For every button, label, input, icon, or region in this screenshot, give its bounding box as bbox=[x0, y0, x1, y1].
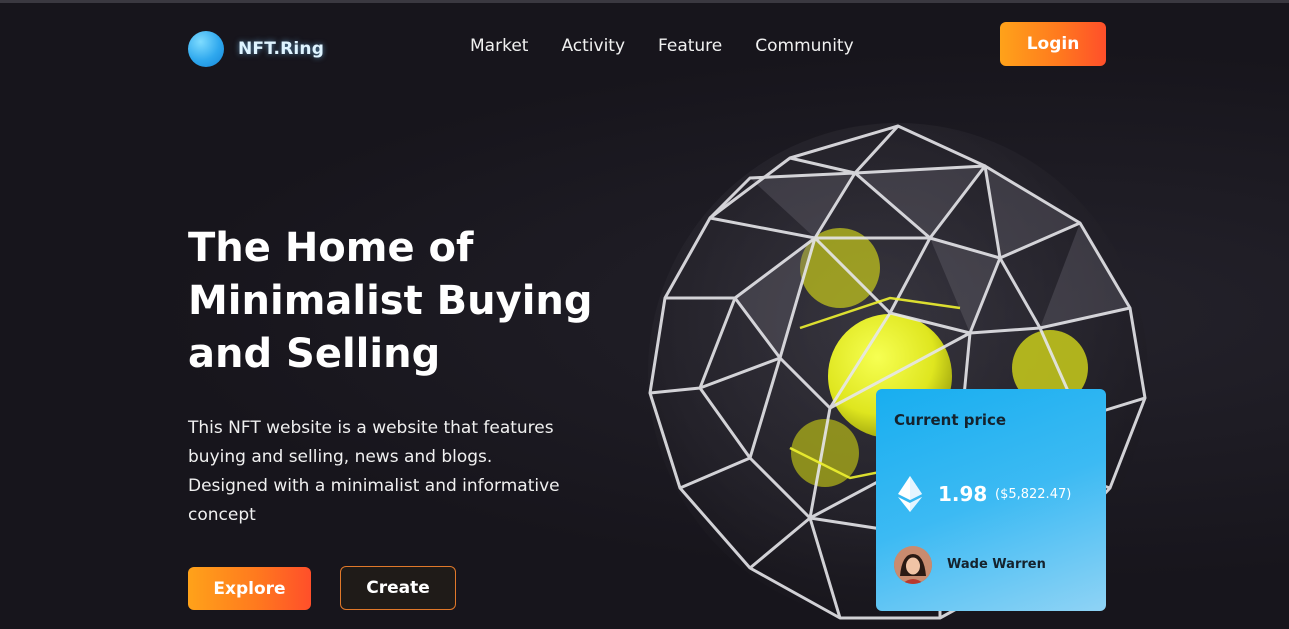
top-border bbox=[0, 0, 1289, 3]
hero-description-line: concept bbox=[188, 505, 256, 525]
hero-title-line: and Selling bbox=[188, 331, 441, 377]
nav-item-activity[interactable]: Activity bbox=[561, 36, 625, 56]
main-nav: Market Activity Feature Community bbox=[470, 36, 854, 56]
logo-text: NFT.Ring bbox=[238, 39, 325, 59]
nav-item-community[interactable]: Community bbox=[755, 36, 853, 56]
hero-description-line: buying and selling, news and blogs. bbox=[188, 447, 493, 467]
owner-avatar bbox=[894, 546, 932, 584]
hero-description-line: This NFT website is a website that featu… bbox=[188, 418, 554, 438]
explore-button[interactable]: Explore bbox=[188, 567, 311, 610]
logo-circle-icon bbox=[188, 31, 224, 67]
price-usd: ($5,822.47) bbox=[995, 487, 1072, 502]
logo[interactable]: NFT.Ring bbox=[188, 31, 324, 67]
create-button[interactable]: Create bbox=[340, 566, 456, 610]
hero-description-line: Designed with a minimalist and informati… bbox=[188, 476, 560, 496]
current-price-label: Current price bbox=[894, 411, 1007, 429]
owner-name: Wade Warren bbox=[947, 557, 1046, 572]
nav-item-market[interactable]: Market bbox=[470, 36, 528, 56]
hero-title-line: Minimalist Buying bbox=[188, 278, 593, 324]
login-button[interactable]: Login bbox=[1000, 22, 1106, 66]
hero-title: The Home of Minimalist Buying and Sellin… bbox=[188, 222, 648, 381]
price-value: 1.98 bbox=[938, 482, 988, 506]
ethereum-icon bbox=[898, 476, 922, 512]
nav-item-feature[interactable]: Feature bbox=[658, 36, 722, 56]
current-price-card[interactable]: Current price 1.98 ($5,822.47) Wade Warr… bbox=[876, 389, 1106, 611]
hero-title-line: The Home of bbox=[188, 225, 474, 271]
hero-description: This NFT website is a website that featu… bbox=[188, 414, 628, 530]
